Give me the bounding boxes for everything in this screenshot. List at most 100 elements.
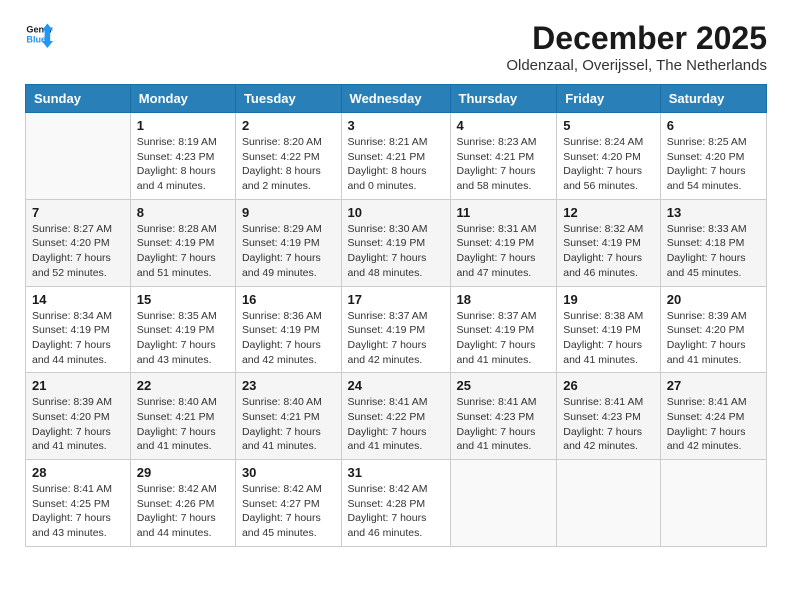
day-info: Sunrise: 8:28 AMSunset: 4:19 PMDaylight:… (137, 222, 229, 281)
calendar-cell: 7 Sunrise: 8:27 AMSunset: 4:20 PMDaylight… (26, 199, 131, 286)
page-header: General Blue December 2025 Oldenzaal, Ov… (25, 20, 767, 74)
day-info: Sunrise: 8:25 AMSunset: 4:20 PMDaylight:… (667, 135, 760, 194)
calendar-cell: 31 Sunrise: 8:42 AMSunset: 4:28 PMDayligh… (341, 460, 450, 547)
day-info: Sunrise: 8:39 AMSunset: 4:20 PMDaylight:… (667, 309, 760, 368)
calendar-cell: 24 Sunrise: 8:41 AMSunset: 4:22 PMDayligh… (341, 373, 450, 460)
month-title: December 2025 (506, 20, 767, 57)
calendar-cell: 3 Sunrise: 8:21 AMSunset: 4:21 PMDaylight… (341, 113, 450, 200)
calendar-cell: 15 Sunrise: 8:35 AMSunset: 4:19 PMDayligh… (130, 286, 235, 373)
day-number: 20 (667, 292, 760, 307)
day-info: Sunrise: 8:30 AMSunset: 4:19 PMDaylight:… (348, 222, 444, 281)
calendar-week-4: 21 Sunrise: 8:39 AMSunset: 4:20 PMDayligh… (26, 373, 767, 460)
calendar-cell: 28 Sunrise: 8:41 AMSunset: 4:25 PMDayligh… (26, 460, 131, 547)
day-info: Sunrise: 8:42 AMSunset: 4:26 PMDaylight:… (137, 482, 229, 541)
day-number: 2 (242, 118, 335, 133)
calendar-cell: 29 Sunrise: 8:42 AMSunset: 4:26 PMDayligh… (130, 460, 235, 547)
weekday-header-tuesday: Tuesday (235, 85, 341, 113)
calendar-cell: 27Sunrise: 8:41 AMSunset: 4:24 PMDayligh… (660, 373, 766, 460)
day-number: 15 (137, 292, 229, 307)
svg-text:Blue: Blue (26, 34, 46, 44)
day-info: Sunrise: 8:41 AMSunset: 4:22 PMDaylight:… (348, 395, 444, 454)
day-number: 4 (457, 118, 551, 133)
calendar-cell: 2Sunrise: 8:20 AMSunset: 4:22 PMDaylight… (235, 113, 341, 200)
calendar-cell: 12 Sunrise: 8:32 AMSunset: 4:19 PMDayligh… (557, 199, 660, 286)
day-info: Sunrise: 8:41 AMSunset: 4:23 PMDaylight:… (563, 395, 653, 454)
calendar-cell: 5 Sunrise: 8:24 AMSunset: 4:20 PMDaylight… (557, 113, 660, 200)
day-info: Sunrise: 8:33 AMSunset: 4:18 PMDaylight:… (667, 222, 760, 281)
calendar-cell: 19 Sunrise: 8:38 AMSunset: 4:19 PMDayligh… (557, 286, 660, 373)
day-info: Sunrise: 8:36 AMSunset: 4:19 PMDaylight:… (242, 309, 335, 368)
day-number: 7 (32, 205, 124, 220)
day-info: Sunrise: 8:41 AMSunset: 4:25 PMDaylight:… (32, 482, 124, 541)
day-number: 17 (348, 292, 444, 307)
logo-icon: General Blue (25, 20, 53, 48)
day-number: 9 (242, 205, 335, 220)
day-number: 6 (667, 118, 760, 133)
calendar-cell (26, 113, 131, 200)
weekday-header-monday: Monday (130, 85, 235, 113)
calendar-cell: 8 Sunrise: 8:28 AMSunset: 4:19 PMDaylight… (130, 199, 235, 286)
day-info: Sunrise: 8:35 AMSunset: 4:19 PMDaylight:… (137, 309, 229, 368)
day-number: 23 (242, 378, 335, 393)
day-number: 22 (137, 378, 229, 393)
weekday-header-saturday: Saturday (660, 85, 766, 113)
day-number: 31 (348, 465, 444, 480)
weekday-header-sunday: Sunday (26, 85, 131, 113)
calendar-week-3: 14Sunrise: 8:34 AMSunset: 4:19 PMDayligh… (26, 286, 767, 373)
day-number: 5 (563, 118, 653, 133)
weekday-header-thursday: Thursday (450, 85, 557, 113)
day-info: Sunrise: 8:29 AMSunset: 4:19 PMDaylight:… (242, 222, 335, 281)
calendar-cell: 16 Sunrise: 8:36 AMSunset: 4:19 PMDayligh… (235, 286, 341, 373)
day-info: Sunrise: 8:23 AMSunset: 4:21 PMDaylight:… (457, 135, 551, 194)
calendar-header: SundayMondayTuesdayWednesdayThursdayFrid… (26, 85, 767, 113)
day-info: Sunrise: 8:21 AMSunset: 4:21 PMDaylight:… (348, 135, 444, 194)
calendar-cell: 4 Sunrise: 8:23 AMSunset: 4:21 PMDaylight… (450, 113, 557, 200)
day-info: Sunrise: 8:42 AMSunset: 4:27 PMDaylight:… (242, 482, 335, 541)
weekday-header-row: SundayMondayTuesdayWednesdayThursdayFrid… (26, 85, 767, 113)
day-number: 18 (457, 292, 551, 307)
day-number: 8 (137, 205, 229, 220)
calendar-cell: 23Sunrise: 8:40 AMSunset: 4:21 PMDayligh… (235, 373, 341, 460)
day-number: 3 (348, 118, 444, 133)
calendar-body: 1Sunrise: 8:19 AMSunset: 4:23 PMDaylight… (26, 113, 767, 547)
weekday-header-friday: Friday (557, 85, 660, 113)
day-info: Sunrise: 8:41 AMSunset: 4:23 PMDaylight:… (457, 395, 551, 454)
calendar-cell: 9 Sunrise: 8:29 AMSunset: 4:19 PMDaylight… (235, 199, 341, 286)
day-number: 21 (32, 378, 124, 393)
calendar-cell: 25 Sunrise: 8:41 AMSunset: 4:23 PMDayligh… (450, 373, 557, 460)
calendar-cell: 14Sunrise: 8:34 AMSunset: 4:19 PMDayligh… (26, 286, 131, 373)
calendar-cell: 20 Sunrise: 8:39 AMSunset: 4:20 PMDayligh… (660, 286, 766, 373)
day-info: Sunrise: 8:40 AMSunset: 4:21 PMDaylight:… (137, 395, 229, 454)
weekday-header-wednesday: Wednesday (341, 85, 450, 113)
calendar-table: SundayMondayTuesdayWednesdayThursdayFrid… (25, 84, 767, 547)
calendar-cell: 13Sunrise: 8:33 AMSunset: 4:18 PMDayligh… (660, 199, 766, 286)
day-info: Sunrise: 8:24 AMSunset: 4:20 PMDaylight:… (563, 135, 653, 194)
day-info: Sunrise: 8:37 AMSunset: 4:19 PMDaylight:… (348, 309, 444, 368)
day-number: 25 (457, 378, 551, 393)
day-info: Sunrise: 8:32 AMSunset: 4:19 PMDaylight:… (563, 222, 653, 281)
day-info: Sunrise: 8:38 AMSunset: 4:19 PMDaylight:… (563, 309, 653, 368)
day-number: 19 (563, 292, 653, 307)
day-number: 16 (242, 292, 335, 307)
day-number: 12 (563, 205, 653, 220)
location-title: Oldenzaal, Overijssel, The Netherlands (506, 57, 767, 74)
day-number: 28 (32, 465, 124, 480)
calendar-cell: 6 Sunrise: 8:25 AMSunset: 4:20 PMDaylight… (660, 113, 766, 200)
calendar-cell: 26Sunrise: 8:41 AMSunset: 4:23 PMDayligh… (557, 373, 660, 460)
day-number: 14 (32, 292, 124, 307)
day-info: Sunrise: 8:39 AMSunset: 4:20 PMDaylight:… (32, 395, 124, 454)
day-number: 29 (137, 465, 229, 480)
day-info: Sunrise: 8:42 AMSunset: 4:28 PMDaylight:… (348, 482, 444, 541)
day-number: 24 (348, 378, 444, 393)
day-info: Sunrise: 8:41 AMSunset: 4:24 PMDaylight:… (667, 395, 760, 454)
day-info: Sunrise: 8:31 AMSunset: 4:19 PMDaylight:… (457, 222, 551, 281)
calendar-cell: 22 Sunrise: 8:40 AMSunset: 4:21 PMDayligh… (130, 373, 235, 460)
day-number: 10 (348, 205, 444, 220)
day-info: Sunrise: 8:27 AMSunset: 4:20 PMDaylight:… (32, 222, 124, 281)
day-number: 1 (137, 118, 229, 133)
calendar-cell: 30Sunrise: 8:42 AMSunset: 4:27 PMDayligh… (235, 460, 341, 547)
calendar-week-2: 7 Sunrise: 8:27 AMSunset: 4:20 PMDaylight… (26, 199, 767, 286)
calendar-cell (450, 460, 557, 547)
day-number: 11 (457, 205, 551, 220)
calendar-cell: 10 Sunrise: 8:30 AMSunset: 4:19 PMDayligh… (341, 199, 450, 286)
